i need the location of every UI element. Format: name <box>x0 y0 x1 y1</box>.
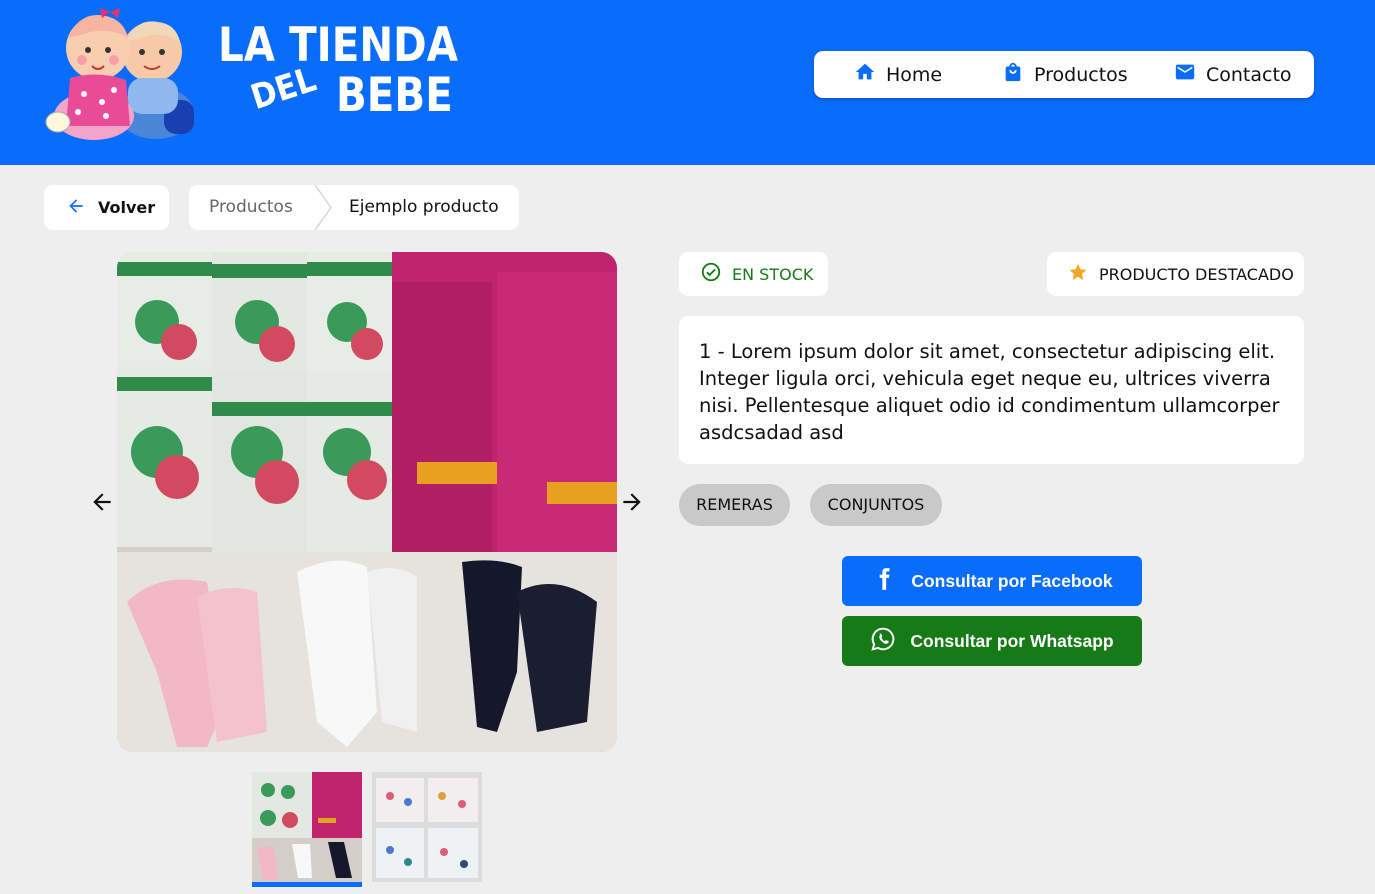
whatsapp-button-label: Consultar por Whatsapp <box>910 630 1114 651</box>
featured-product-badge: PRODUCTO DESTACADO <box>1047 252 1304 296</box>
check-circle-icon <box>700 261 722 287</box>
breadcrumb: Productos Ejemplo producto <box>189 185 519 230</box>
back-label: Volver <box>98 198 156 217</box>
babies-logo-illustration[interactable] <box>44 8 196 142</box>
product-description: 1 - Lorem ipsum dolor sit amet, consecte… <box>679 316 1304 464</box>
nav-label-home: Home <box>886 63 943 86</box>
home-icon <box>854 61 876 88</box>
facebook-button-label: Consultar por Facebook <box>911 570 1113 591</box>
product-main-image[interactable] <box>117 252 617 752</box>
whatsapp-icon <box>870 626 896 657</box>
featured-label: PRODUCTO DESTACADO <box>1099 264 1294 284</box>
breadcrumb-item-productos[interactable]: Productos <box>209 185 293 230</box>
consult-whatsapp-button[interactable]: Consultar por Whatsapp <box>842 616 1142 666</box>
site-header: LA TIENDA DEL BEBE Home Productos Contac… <box>0 0 1375 165</box>
gallery-next-arrow-icon[interactable] <box>619 489 645 515</box>
logo-line-1: LA TIENDA <box>218 18 458 73</box>
nav-item-productos[interactable]: Productos <box>1002 51 1128 98</box>
nav-label-contacto: Contacto <box>1206 63 1292 86</box>
tag-chip-conjuntos[interactable]: CONJUNTOS <box>810 484 942 526</box>
arrow-left-icon <box>66 196 86 220</box>
back-button[interactable]: Volver <box>44 185 169 230</box>
mail-icon <box>1174 61 1196 88</box>
product-thumbnail-2[interactable] <box>372 772 482 882</box>
tag-chip-remeras[interactable]: REMERAS <box>679 484 790 526</box>
gallery-prev-arrow-icon[interactable] <box>89 489 115 515</box>
logo-bebe-word: BEBE <box>336 68 453 123</box>
facebook-icon <box>871 566 897 597</box>
store-logo-text[interactable]: LA TIENDA DEL BEBE <box>218 18 458 128</box>
consult-facebook-button[interactable]: Consultar por Facebook <box>842 556 1142 606</box>
nav-item-contacto[interactable]: Contacto <box>1174 51 1292 98</box>
main-nav: Home Productos Contacto <box>814 51 1314 98</box>
product-thumbnail-1[interactable] <box>252 772 362 882</box>
breadcrumb-item-current: Ejemplo producto <box>349 197 499 217</box>
nav-label-productos: Productos <box>1034 63 1128 86</box>
breadcrumb-chevron-separator <box>314 185 332 230</box>
stock-status-label: EN STOCK <box>732 264 814 284</box>
selected-thumbnail-indicator <box>252 882 362 887</box>
shopping-bag-icon <box>1002 61 1024 88</box>
stock-status-badge: EN STOCK <box>679 252 828 296</box>
star-icon <box>1067 261 1089 287</box>
nav-item-home[interactable]: Home <box>854 51 942 98</box>
